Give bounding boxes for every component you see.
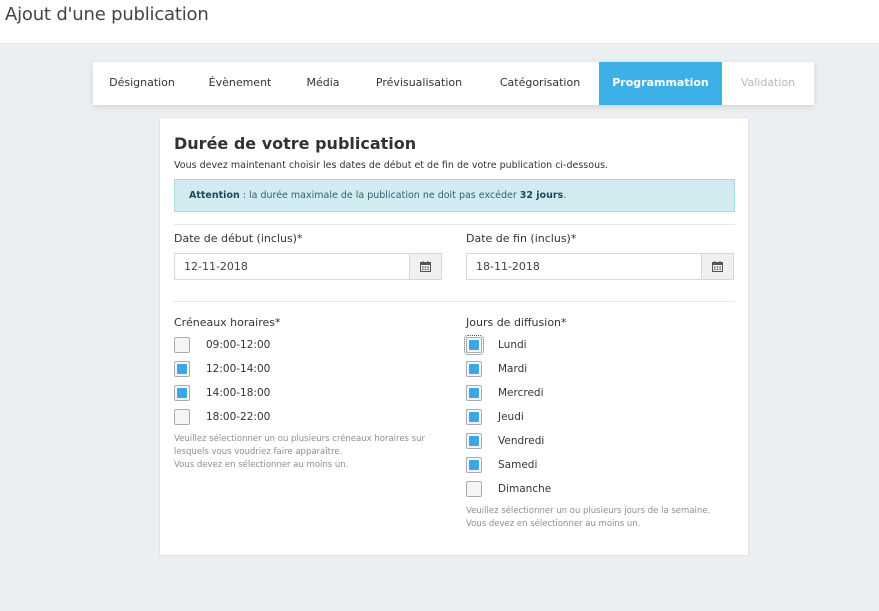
day-checkbox[interactable]	[466, 385, 482, 401]
day-checkbox[interactable]	[466, 409, 482, 425]
help-line: Veuillez sélectionner un ou plusieurs cr…	[174, 434, 425, 444]
end-date-input[interactable]: 18-11-2018	[466, 253, 734, 280]
alert-end: .	[563, 190, 567, 201]
end-date-value[interactable]: 18-11-2018	[467, 254, 701, 279]
day-checkbox[interactable]	[466, 361, 482, 377]
day-option[interactable]: Vendredi	[466, 432, 544, 450]
slot-option[interactable]: 14:00-18:00	[174, 384, 270, 402]
duration-alert: Attention : la durée maximale de la publ…	[174, 179, 735, 212]
help-line: Veuillez sélectionner un ou plusieurs jo…	[466, 506, 711, 516]
days-help: Veuillez sélectionner un ou plusieurs jo…	[466, 505, 710, 531]
day-label: Vendredi	[498, 435, 545, 447]
card-title: Durée de votre publication	[174, 134, 417, 153]
end-date-picker-button[interactable]	[701, 254, 733, 279]
day-label: Lundi	[498, 339, 527, 351]
divider	[174, 224, 735, 225]
divider	[174, 301, 735, 302]
day-label: Samedi	[498, 459, 538, 471]
slot-label: 12:00-14:00	[206, 363, 271, 375]
calendar-icon	[712, 261, 723, 272]
day-option[interactable]: Mercredi	[466, 384, 544, 402]
tab-categorisation[interactable]: Catégorisation	[481, 62, 599, 105]
start-date-picker-button[interactable]	[409, 254, 441, 279]
card-intro: Vous devez maintenant choisir les dates …	[174, 160, 609, 171]
day-option[interactable]: Dimanche	[466, 480, 551, 498]
day-checkbox[interactable]	[464, 335, 484, 355]
start-date-input[interactable]: 12-11-2018	[174, 253, 442, 280]
slot-label: 09:00-12:00	[206, 339, 271, 351]
day-option[interactable]: Mardi	[466, 360, 527, 378]
page-header: Ajout d'une publication	[0, 0, 879, 44]
slot-checkbox[interactable]	[174, 385, 190, 401]
wizard-tabs: Désignation Évènement Média Prévisualisa…	[93, 62, 814, 105]
day-checkbox[interactable]	[466, 457, 482, 473]
day-option[interactable]: Lundi	[464, 335, 527, 355]
slot-checkbox[interactable]	[174, 337, 190, 353]
programmation-card: Durée de votre publication Vous devez ma…	[159, 117, 749, 556]
day-checkbox[interactable]	[466, 433, 482, 449]
alert-emphasis: 32 jours	[519, 190, 564, 201]
day-label: Jeudi	[498, 411, 524, 423]
slot-option[interactable]: 18:00-22:00	[174, 408, 270, 426]
help-line: Vous devez en sélectionner au moins un.	[174, 460, 349, 470]
day-option[interactable]: Jeudi	[466, 408, 524, 426]
slot-option[interactable]: 12:00-14:00	[174, 360, 270, 378]
slot-checkbox[interactable]	[174, 361, 190, 377]
slots-label: Créneaux horaires*	[174, 316, 281, 329]
day-label: Mercredi	[498, 387, 544, 399]
day-option[interactable]: Samedi	[466, 456, 537, 474]
calendar-icon	[420, 261, 431, 272]
tab-designation[interactable]: Désignation	[93, 62, 191, 105]
slot-label: 14:00-18:00	[206, 387, 271, 399]
end-date-label: Date de fin (inclus)*	[466, 232, 577, 245]
tab-evenement[interactable]: Évènement	[191, 62, 289, 105]
alert-strong: Attention	[189, 190, 240, 201]
page-title: Ajout d'une publication	[5, 4, 209, 25]
slots-help: Veuillez sélectionner un ou plusieurs cr…	[174, 433, 425, 472]
help-line: lesquels vous voudriez faire apparaître.	[174, 447, 343, 457]
day-label: Mardi	[498, 363, 528, 375]
tab-validation: Validation	[740, 76, 796, 89]
tab-previsualisation[interactable]: Prévisualisation	[357, 62, 481, 105]
start-date-label: Date de début (inclus)*	[174, 232, 303, 245]
help-line: Vous devez en sélectionner au moins un.	[466, 519, 641, 529]
slot-checkbox[interactable]	[174, 409, 190, 425]
slot-option[interactable]: 09:00-12:00	[174, 336, 270, 354]
tab-media[interactable]: Média	[289, 62, 357, 105]
day-checkbox[interactable]	[466, 481, 482, 497]
day-label: Dimanche	[498, 483, 552, 495]
tab-programmation[interactable]: Programmation	[599, 62, 722, 105]
start-date-value[interactable]: 12-11-2018	[175, 254, 409, 279]
alert-text: : la durée maximale de la publication ne…	[239, 190, 520, 201]
slot-label: 18:00-22:00	[206, 411, 271, 423]
days-label: Jours de diffusion*	[466, 316, 567, 329]
